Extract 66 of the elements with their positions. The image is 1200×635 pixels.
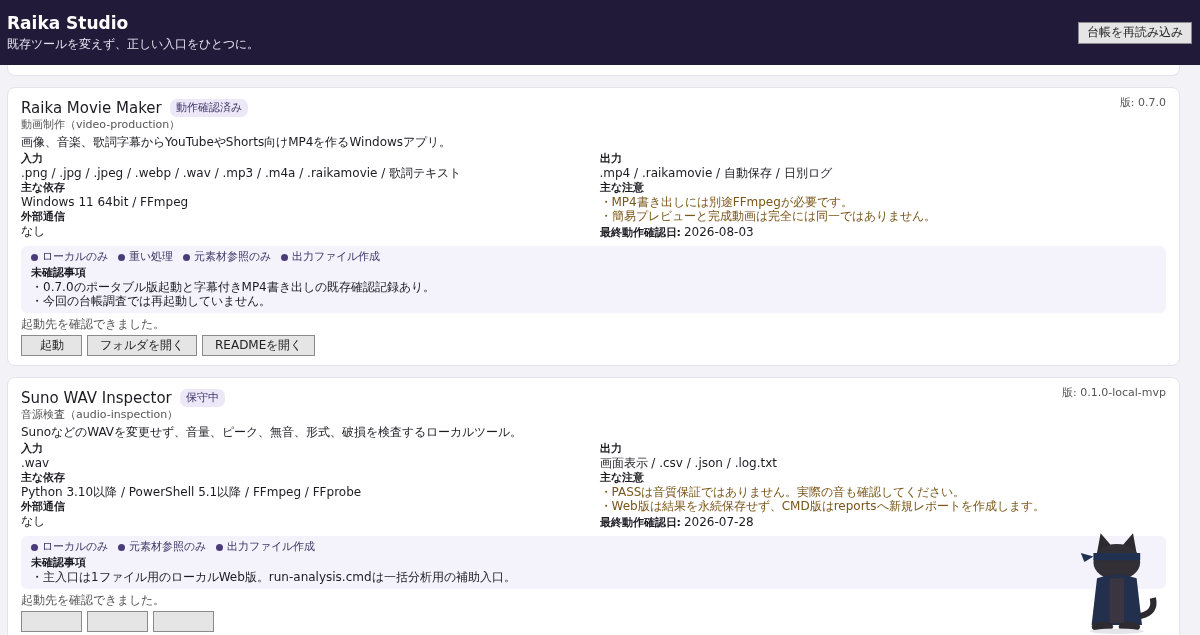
action-button[interactable] — [21, 611, 82, 632]
field-value: .png / .jpg / .jpeg / .webp / .wav / .mp3 / .m4a / .raikamovie / 歌詞テキスト — [21, 166, 463, 180]
field-value: .wav — [21, 456, 51, 470]
tool-name: Suno WAV Inspector — [21, 391, 172, 405]
reload-button[interactable]: 台帳を再読み込み — [1078, 21, 1192, 44]
field-label: 主な依存 — [21, 181, 66, 195]
action-button[interactable] — [153, 611, 214, 632]
action-button[interactable]: フォルダを開く — [87, 335, 197, 356]
action-button[interactable]: READMEを開く — [202, 335, 316, 356]
status-message: 起動先を確認できました。 — [21, 593, 166, 607]
tag-label: ローカルのみ — [42, 540, 108, 554]
field-label: 外部通信 — [21, 500, 66, 514]
action-button[interactable] — [87, 611, 148, 632]
action-button[interactable]: 起動 — [21, 335, 82, 356]
status-badge: 保守中 — [179, 389, 225, 407]
unconfirmed-item: ・主入口は1ファイル用のローカルWeb版。run-analysis.cmdは一括分析用の補助入口。 — [31, 570, 517, 584]
field-label: 入力 — [21, 442, 44, 456]
unconfirmed-item: ・今回の台帳調査では再起動していません。 — [31, 294, 272, 308]
tag-label: ローカルのみ — [42, 250, 108, 264]
field-value: Windows 11 64bit / FFmpeg — [21, 195, 190, 209]
panel-heading: 未確認事項 — [31, 556, 87, 570]
tool-name: Raika Movie Maker — [21, 101, 162, 115]
field-label: 主な依存 — [21, 471, 66, 485]
dot-icon — [216, 543, 223, 551]
tag-label: 元素材参照のみ — [129, 540, 206, 554]
status-message: 起動先を確認できました。 — [21, 317, 166, 331]
tag-label: 出力ファイル作成 — [292, 250, 380, 264]
field-value: 画面表示 / .csv / .json / .log.txt — [599, 456, 779, 470]
dot-icon — [118, 253, 125, 261]
tag-label: 出力ファイル作成 — [227, 540, 315, 554]
caution-note: ・簡易プレビューと完成動画は完全には同一ではありません。 — [599, 209, 937, 223]
tool-description: SunoなどのWAVを変更せず、音量、ピーク、無音、形式、破損を検査するローカルツール。 — [21, 425, 524, 439]
category-label: 音源検査（audio-inspection） — [21, 408, 180, 422]
field-label: 主な注意 — [599, 181, 645, 195]
dot-icon — [183, 253, 190, 261]
tool-description: 画像、音楽、歌詞字幕からYouTubeやShorts向けMP4を作るWindowsアプリ。 — [21, 135, 453, 149]
date-value: 2026-08-03 — [683, 225, 754, 239]
tag-label: 重い処理 — [129, 250, 173, 264]
tag-label: 元素材参照のみ — [194, 250, 271, 264]
field-label: 出力 — [599, 152, 623, 166]
field-label: 出力 — [599, 442, 623, 456]
status-badge: 動作確認済み — [169, 99, 248, 117]
field-value: なし — [21, 514, 46, 528]
app-title: Raika Studio — [7, 12, 130, 33]
field-label: 主な注意 — [599, 471, 645, 485]
dot-icon — [31, 543, 38, 551]
field-label: 最終動作確認日: — [599, 516, 681, 529]
field-label: 外部通信 — [21, 210, 66, 224]
category-label: 動画制作（video-production） — [21, 118, 182, 132]
caution-note: ・MP4書き出しには別途FFmpegが必要です。 — [599, 195, 854, 209]
panel-heading: 未確認事項 — [31, 266, 87, 280]
dot-icon — [118, 543, 125, 551]
field-value: .mp4 / .raikamovie / 自動保存 / 日別ログ — [599, 166, 833, 180]
app-subtitle: 既存ツールを変えず、正しい入口をひとつに。 — [7, 35, 259, 53]
caution-note: ・Web版は結果を永続保存せず、CMD版はreportsへ新規レポートを作成します。 — [599, 499, 1046, 513]
field-value: なし — [21, 224, 46, 238]
date-value: 2026-07-28 — [683, 515, 754, 529]
unconfirmed-item: ・0.7.0のポータブル版起動と字幕付きMP4書き出しの既存確認記録あり。 — [31, 280, 436, 294]
dot-icon — [31, 253, 38, 261]
version-label: 版: 0.1.0-local-mvp — [1062, 386, 1166, 400]
caution-note: ・PASSは音質保証ではありません。実際の音も確認してください。 — [599, 485, 967, 499]
version-label: 版: 0.7.0 — [1119, 96, 1166, 110]
field-value: Python 3.10以降 / PowerShell 5.1以降 / FFmpeg / FFprobe — [21, 485, 363, 499]
field-label: 最終動作確認日: — [599, 226, 681, 239]
dot-icon — [281, 253, 288, 261]
field-label: 入力 — [21, 152, 44, 166]
